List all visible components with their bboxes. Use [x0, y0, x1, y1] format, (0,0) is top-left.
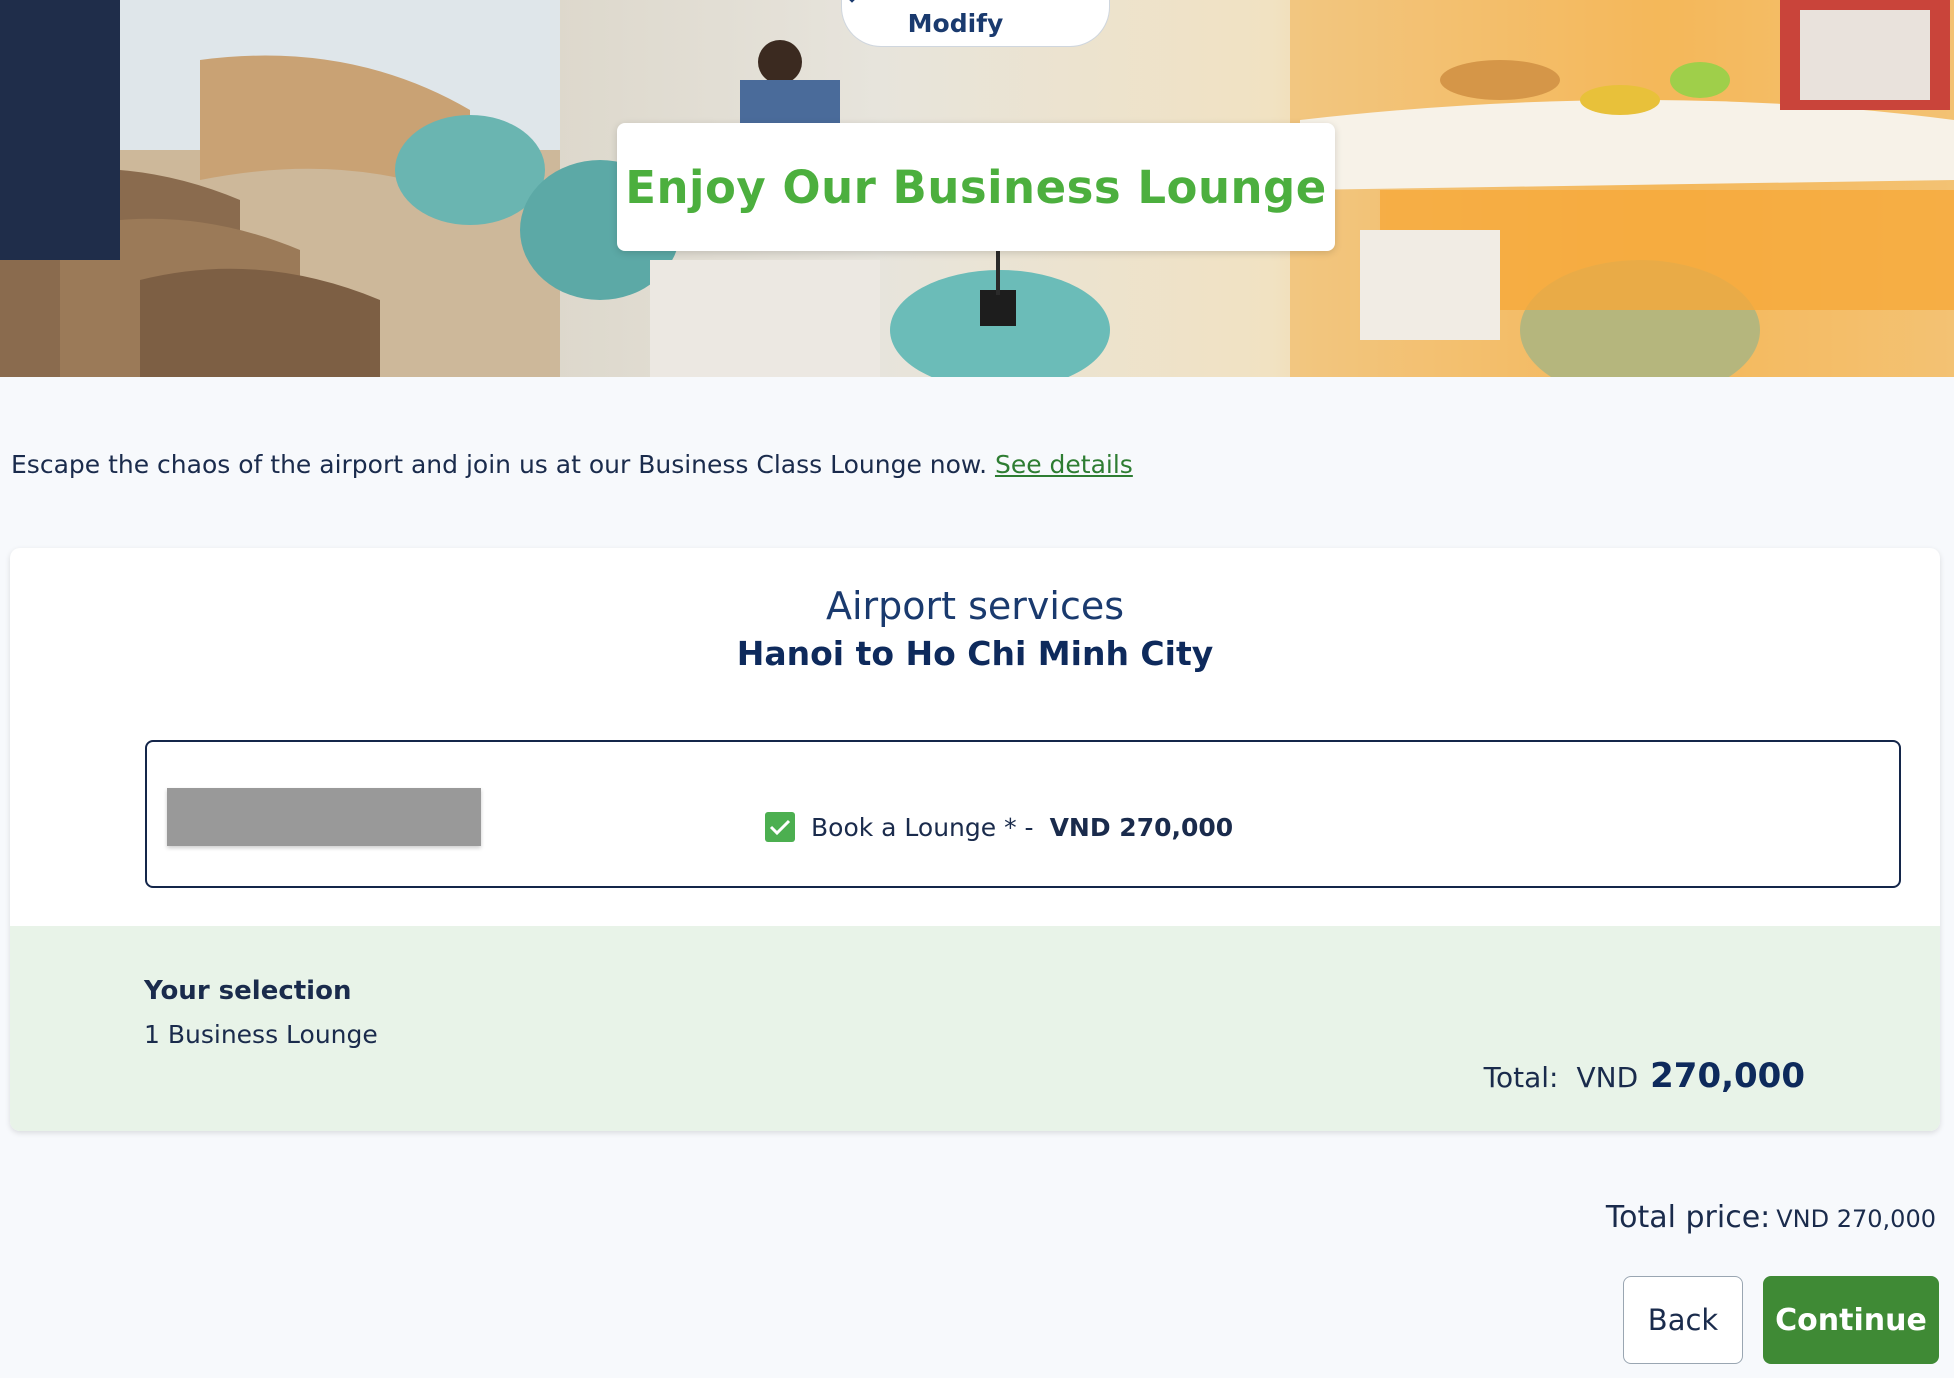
chevron-down-icon: [849, 0, 1043, 34]
airport-services-card: Airport services Hanoi to Ho Chi Minh Ci…: [10, 548, 1940, 1131]
total-price-label: Total price:: [1605, 1200, 1771, 1235]
selection-item: 1 Business Lounge: [144, 1020, 378, 1049]
option-price: VND 270,000: [1049, 812, 1234, 842]
total-label: Total:: [1483, 1061, 1559, 1094]
service-image-placeholder: [167, 788, 481, 846]
see-details-link[interactable]: See details: [995, 450, 1133, 479]
hero-banner: Modify Enjoy Our Business Lounge: [0, 0, 1954, 377]
modify-button[interactable]: Modify: [841, 0, 1110, 47]
selection-summary: Your selection 1 Business Lounge Total: …: [10, 926, 1940, 1131]
selection-total: Total: VND 270,000: [1484, 1056, 1805, 1096]
intro-text: Escape the chaos of the airport and join…: [11, 450, 1133, 479]
check-icon[interactable]: [765, 812, 795, 842]
modify-label: Modify: [907, 8, 1004, 38]
card-title: Airport services: [825, 584, 1125, 628]
continue-button[interactable]: Continue: [1763, 1276, 1939, 1364]
option-label: Book a Lounge * -: [811, 812, 1034, 842]
route-title: Hanoi to Ho Chi Minh City: [736, 634, 1214, 673]
hero-title: Enjoy Our Business Lounge: [625, 160, 1327, 214]
book-lounge-option[interactable]: Book a Lounge * - VND 270,000: [765, 812, 1233, 842]
lounge-service-option: Book a Lounge * - VND 270,000: [145, 740, 1901, 888]
total-amount: 270,000: [1650, 1056, 1805, 1096]
total-price: Total price: VND 270,000: [1606, 1200, 1936, 1235]
selection-title: Your selection: [144, 976, 352, 1006]
back-button[interactable]: Back: [1623, 1276, 1743, 1364]
total-currency: VND: [1576, 1061, 1639, 1094]
total-price-value: VND 270,000: [1776, 1205, 1936, 1233]
hero-title-card: Enjoy Our Business Lounge: [617, 123, 1335, 251]
intro-description: Escape the chaos of the airport and join…: [11, 450, 988, 479]
